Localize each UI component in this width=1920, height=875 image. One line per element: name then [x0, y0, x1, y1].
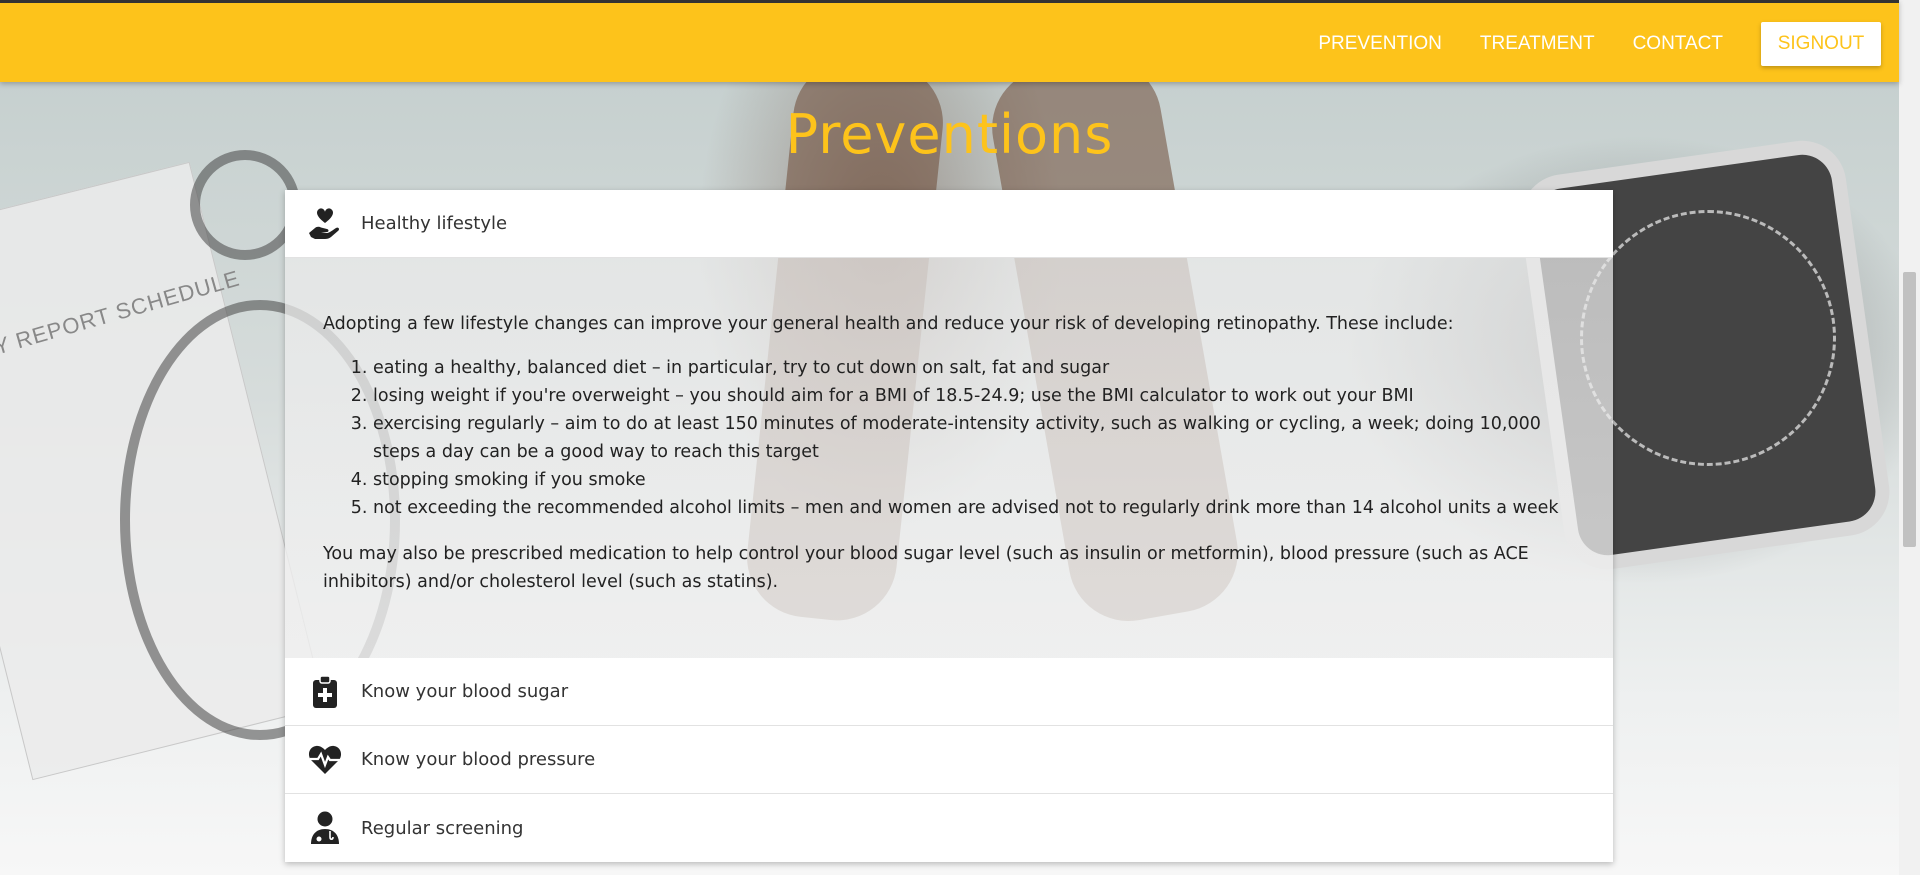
- nav-link-treatment[interactable]: TREATMENT: [1480, 21, 1595, 67]
- page-title: Preventions: [785, 103, 1114, 166]
- accordion-header-blood-sugar[interactable]: Know your blood sugar: [285, 658, 1613, 726]
- top-navbar: PREVENTION TREATMENT CONTACT SIGNOUT: [0, 0, 1899, 82]
- stethoscope-graphic: [190, 150, 300, 260]
- accordion-title: Know your blood sugar: [361, 681, 569, 702]
- accordion-header-blood-pressure[interactable]: Know your blood pressure: [285, 726, 1613, 794]
- nav-link-contact[interactable]: CONTACT: [1633, 21, 1723, 67]
- accordion-title: Regular screening: [361, 817, 524, 839]
- scrollbar-thumb[interactable]: [1903, 272, 1916, 547]
- page-scrollbar[interactable]: [1899, 0, 1920, 875]
- accordion-panel-healthy-lifestyle: Adopting a few lifestyle changes can imp…: [285, 258, 1613, 658]
- medical-clipboard-icon: [305, 672, 345, 712]
- heartbeat-icon: [305, 740, 345, 780]
- signout-button[interactable]: SIGNOUT: [1761, 22, 1881, 66]
- gauge-face-graphic: [1580, 210, 1836, 466]
- list-item: eating a healthy, balanced diet – in par…: [373, 354, 1573, 382]
- list-item: stopping smoking if you smoke: [373, 466, 1573, 494]
- nav-links: PREVENTION TREATMENT CONTACT SIGNOUT: [1318, 21, 1881, 67]
- list-item: exercising regularly – aim to do at leas…: [373, 410, 1573, 466]
- list-item: losing weight if you're overweight – you…: [373, 382, 1573, 410]
- panel-intro-text: Adopting a few lifestyle changes can imp…: [323, 314, 1454, 334]
- doctor-icon: [305, 808, 345, 848]
- prevention-accordion: Healthy lifestyle Adopting a few lifesty…: [285, 190, 1613, 862]
- accordion-title: Know your blood pressure: [361, 749, 596, 770]
- accordion-title: Healthy lifestyle: [361, 213, 508, 234]
- accordion-header-healthy-lifestyle[interactable]: Healthy lifestyle: [285, 190, 1613, 258]
- hand-heart-icon: [305, 204, 345, 244]
- nav-link-prevention[interactable]: PREVENTION: [1318, 21, 1442, 67]
- lifestyle-list: eating a healthy, balanced diet – in par…: [323, 354, 1573, 522]
- panel-outro-text: You may also be prescribed medication to…: [323, 544, 1529, 592]
- accordion-header-regular-screening[interactable]: Regular screening: [285, 794, 1613, 862]
- list-item: not exceeding the recommended alcohol li…: [373, 494, 1573, 522]
